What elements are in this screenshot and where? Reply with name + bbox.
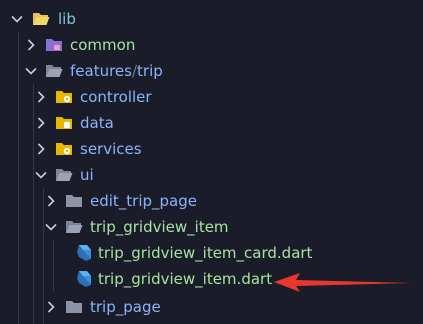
chevron-down-icon [45,223,57,231]
folder-open-icon [33,13,50,25]
chevron-right-icon [37,143,45,155]
tree-item-ui[interactable]: ui [0,162,423,188]
folder-icon [66,195,82,207]
folder-open-icon [56,169,73,181]
gear-folder-icon [56,143,72,155]
tree-item-label: trip_page [90,298,161,316]
tree-item-label: trip_gridview_item.dart [98,270,273,288]
tree-item-features-trip[interactable]: features/trip [0,58,423,84]
tree-item-label: features/trip [70,61,163,81]
tree-item-label: data [80,114,114,132]
chevron-right-icon [47,195,55,207]
tree-item-label: lib [58,10,76,28]
tree-item-label: services [80,140,142,158]
path-segment: features [70,62,132,80]
dart-file-icon [77,271,91,287]
tree-item-label: trip_gridview_item [90,218,229,236]
chevron-right-icon [37,117,45,129]
data-folder-icon [56,117,72,129]
tree-item-trip-gridview-item-card-dart[interactable]: trip_gridview_item_card.dart [0,240,423,266]
tree-item-label: common [70,36,136,54]
tree-item-trip-gridview-item[interactable]: trip_gridview_item [0,214,423,240]
tree-item-label: controller [80,88,152,106]
path-segment: trip [137,62,163,80]
folder-icon [66,301,82,313]
tree-item-label: trip_gridview_item_card.dart [98,244,313,262]
dart-file-icon [77,245,91,261]
chevron-right-icon [37,91,45,103]
gear-folder-icon [56,91,72,103]
tree-item-common[interactable]: common [0,32,423,58]
chevron-down-icon [25,67,37,75]
tree-item-edit-trip-page[interactable]: edit_trip_page [0,188,423,214]
red-arrow-annotation [274,273,412,292]
chevron-down-icon [35,171,47,179]
chevron-right-icon [27,39,35,51]
folder-open-icon [66,221,83,233]
folder-icon [46,39,62,51]
tree-item-lib[interactable]: lib [0,6,423,32]
tree-item-label: edit_trip_page [90,192,197,210]
chevron-right-icon [47,301,55,313]
tree-item-label: ui [80,166,94,184]
folder-open-icon [46,65,63,77]
tree-item-controller[interactable]: controller [0,84,423,110]
tree-item-trip-page[interactable]: trip_page [0,294,423,320]
tree-item-data[interactable]: data [0,110,423,136]
tree-item-services[interactable]: services [0,136,423,162]
chevron-down-icon [11,15,23,23]
